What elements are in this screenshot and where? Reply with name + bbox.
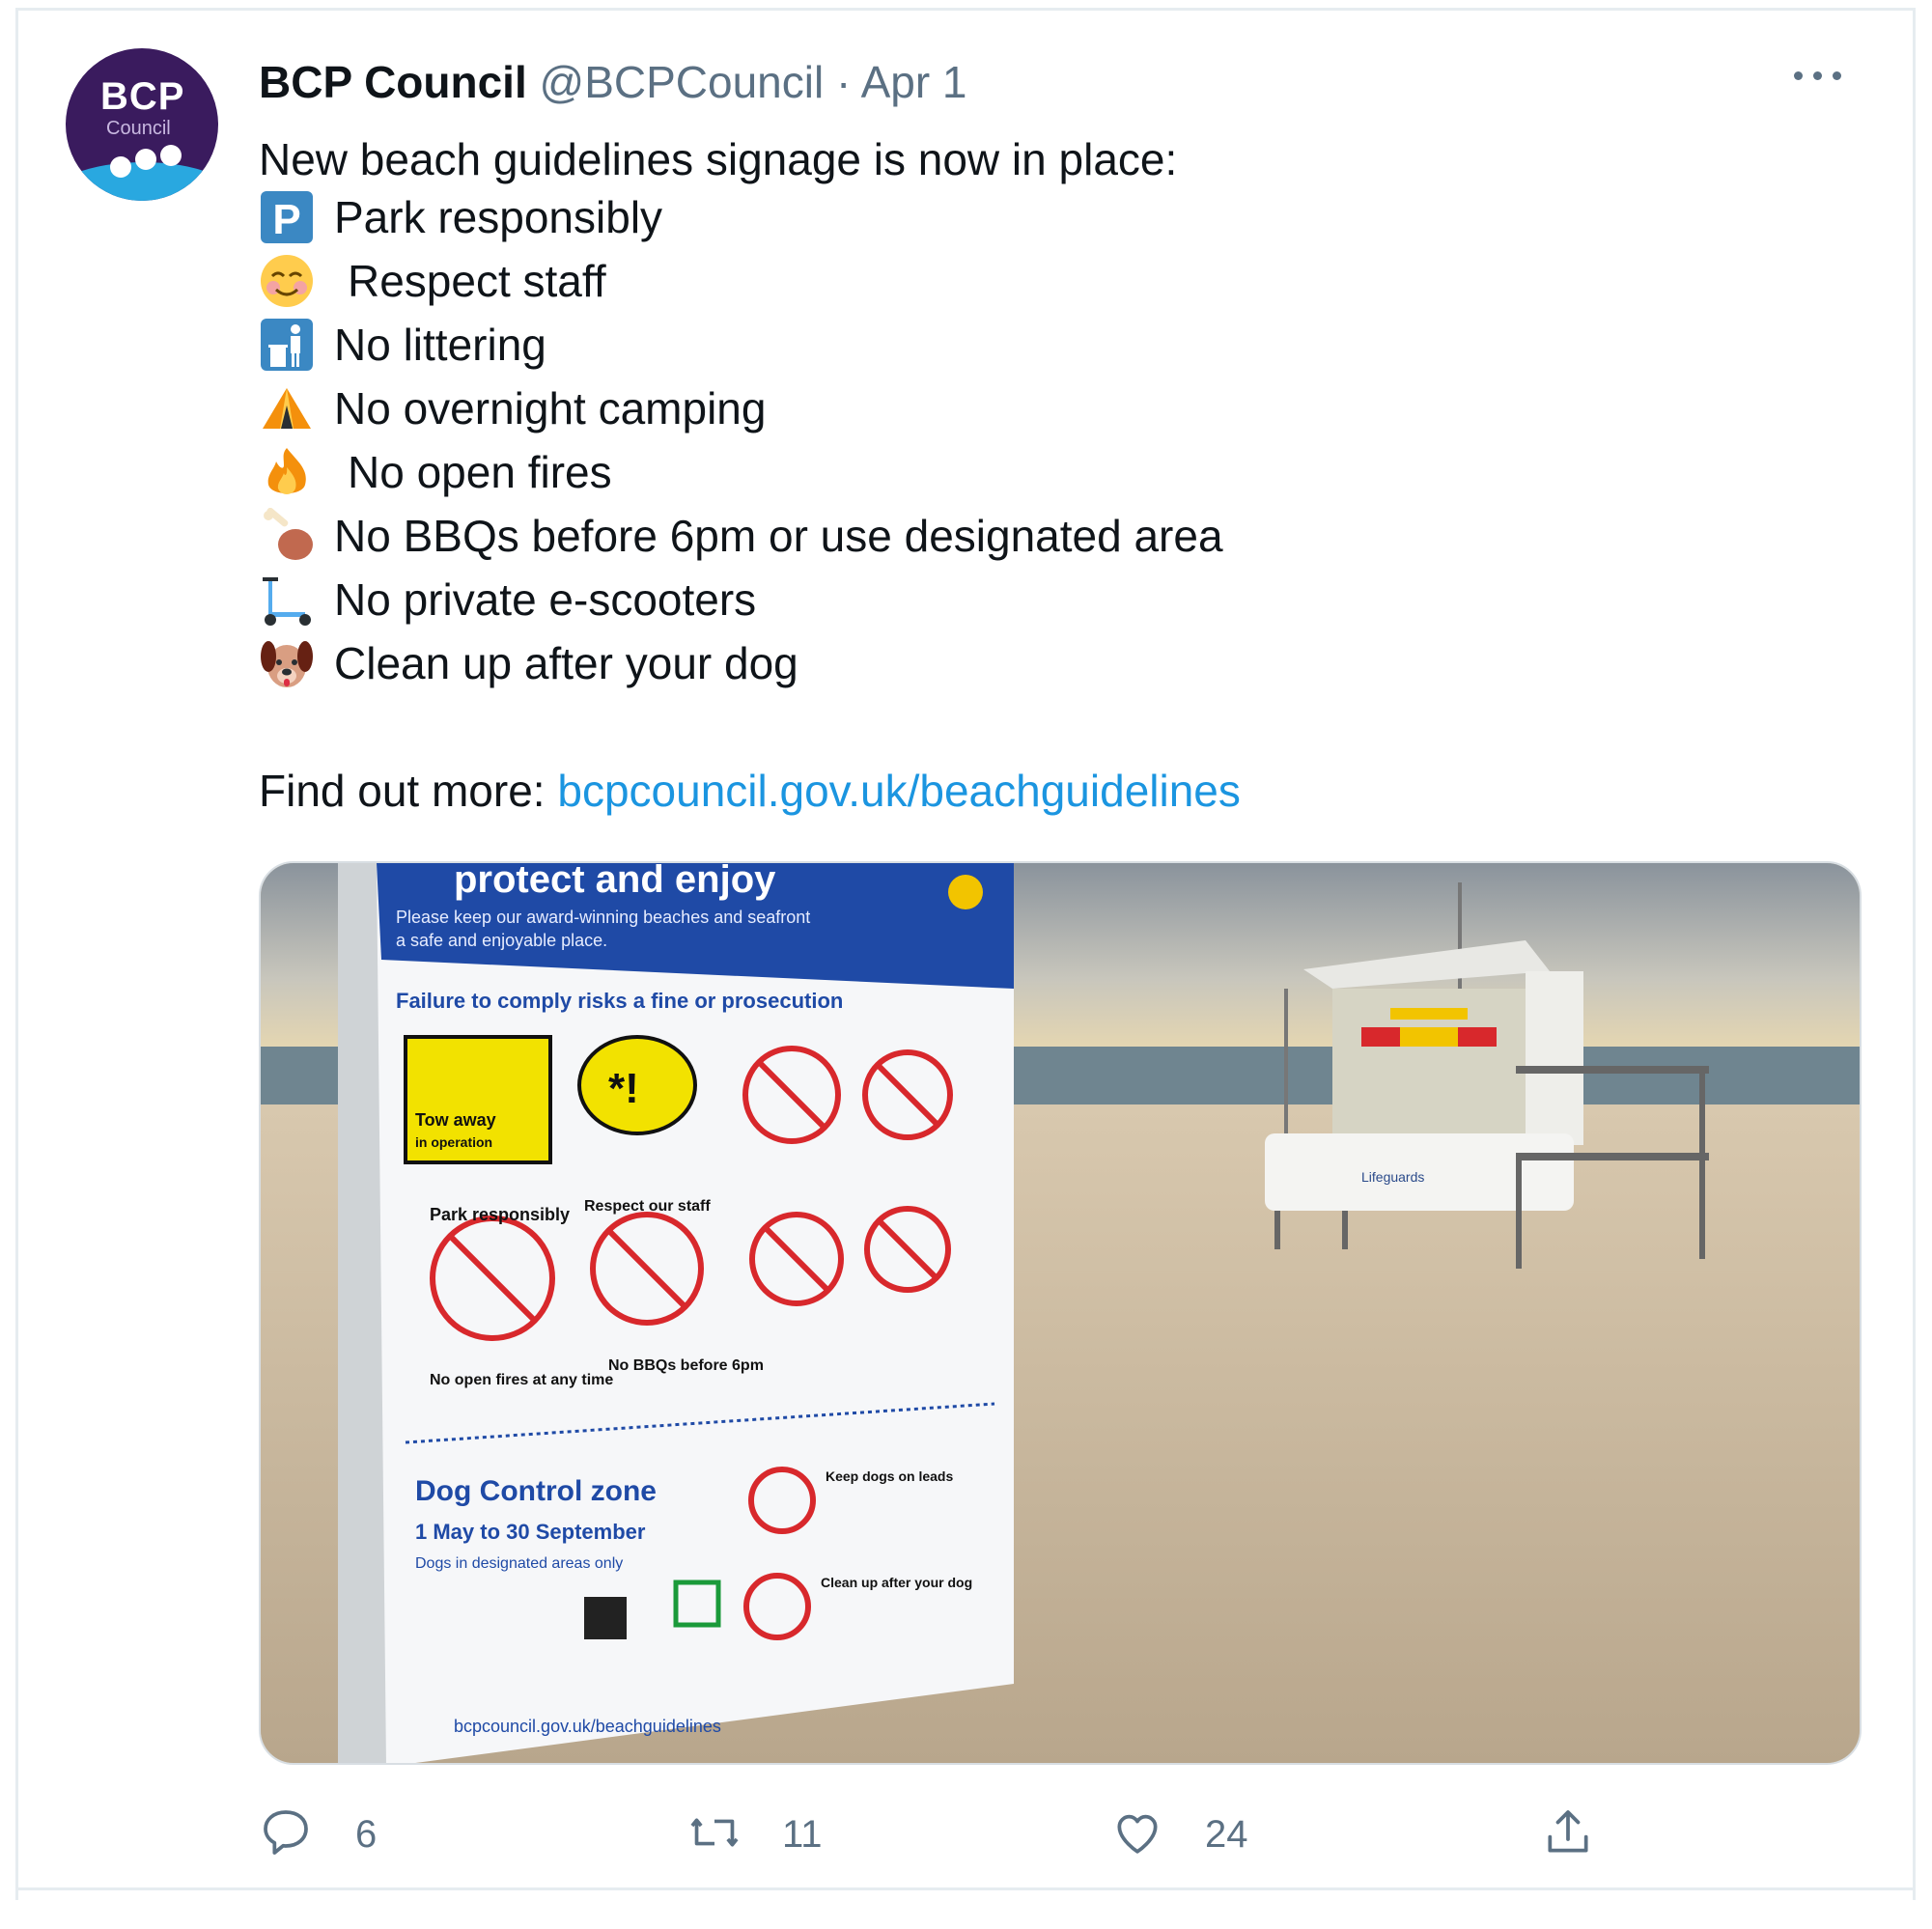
tow-sign-line2: in operation <box>415 1134 492 1150</box>
tow-sign-line1: Tow away <box>415 1110 496 1130</box>
sign-title: protect and enjoy <box>454 863 776 901</box>
like-count: 24 <box>1205 1813 1248 1856</box>
tweet-header: BCP Council @BCPCouncil · Apr 1 <box>259 56 967 108</box>
sign-header-line2: a safe and enjoyable place. <box>396 931 607 950</box>
item-respect-staff: Respect staff <box>348 256 606 306</box>
sign-label-bbqs: No BBQs before 6pm <box>608 1357 764 1374</box>
like-button[interactable]: 24 <box>1110 1805 1284 1863</box>
sun-icon <box>948 875 983 909</box>
beach-photo: Lifeguards protect and enjoy Please keep… <box>261 863 1860 1763</box>
separator: · <box>835 57 852 107</box>
item-no-fires: No open fires <box>348 447 612 497</box>
kick-scooter-icon <box>259 572 315 628</box>
guidelines-link[interactable]: bcpcouncil.gov.uk/beachguidelines <box>557 766 1241 816</box>
litter-bin-icon <box>259 317 315 373</box>
reply-button[interactable]: 6 <box>259 1805 413 1863</box>
avatar-dot <box>160 145 182 166</box>
tweet-date[interactable]: Apr 1 <box>861 57 967 107</box>
retweet-count: 11 <box>782 1813 823 1856</box>
sign-label-leads: Keep dogs on leads <box>826 1468 953 1484</box>
qr-code <box>584 1597 627 1639</box>
item-no-bbqs: No BBQs before 6pm or use designated are… <box>334 511 1223 561</box>
retweet-button[interactable]: 11 <box>686 1805 840 1863</box>
tweet-photo[interactable]: Lifeguards protect and enjoy Please keep… <box>259 861 1862 1765</box>
item-no-camping: No overnight camping <box>334 383 767 433</box>
find-out-more-label: Find out more: <box>259 766 546 816</box>
more-options-icon[interactable] <box>1792 68 1846 83</box>
dog-zone-dates: 1 May to 30 September <box>415 1520 646 1544</box>
parking-icon: P <box>259 189 315 245</box>
sign-label-fires: No open fires at any time <box>430 1372 613 1388</box>
fire-icon <box>259 444 315 500</box>
avatar-dot <box>110 156 131 178</box>
avatar-text-bcp: BCP <box>100 75 185 118</box>
sign-warning: Failure to comply risks a fine or prosec… <box>396 989 843 1013</box>
user-handle[interactable]: @BCPCouncil <box>540 57 825 107</box>
tweet-intro: New beach guidelines signage is now in p… <box>259 134 1178 184</box>
divider <box>15 1887 1916 1890</box>
dog-zone-title: Dog Control zone <box>415 1475 657 1507</box>
tent-icon <box>259 380 315 436</box>
sign-label-respect: Respect our staff <box>584 1198 711 1215</box>
dog-zone-note: Dogs in designated areas only <box>415 1555 623 1572</box>
svg-text:*!: *! <box>608 1065 639 1112</box>
sign-url: bcpcouncil.gov.uk/beachguidelines <box>454 1717 721 1736</box>
avatar[interactable]: BCP Council <box>66 48 218 201</box>
retweet-icon <box>690 1818 739 1847</box>
poultry-leg-icon <box>259 508 315 564</box>
reply-icon <box>264 1810 308 1855</box>
heart-icon <box>1117 1814 1158 1854</box>
sign-label-park: Park responsibly <box>430 1205 570 1224</box>
item-no-littering: No littering <box>334 320 546 370</box>
share-button[interactable] <box>1541 1805 1609 1863</box>
sign-label-clean: Clean up after your dog <box>821 1575 972 1590</box>
item-clean-dog: Clean up after your dog <box>334 638 798 688</box>
sign-header-line1: Please keep our award-winning beaches an… <box>396 908 810 927</box>
display-name[interactable]: BCP Council <box>259 57 527 107</box>
lifeguard-label: Lifeguards <box>1361 1169 1424 1185</box>
svg-text:P: P <box>272 196 300 243</box>
item-no-escooters: No private e-scooters <box>334 574 757 625</box>
smiling-face-icon <box>259 253 315 309</box>
avatar-text-council: Council <box>106 118 171 139</box>
item-park-responsibly: Park responsibly <box>334 192 663 242</box>
find-out-more: Find out more: bcpcouncil.gov.uk/beachgu… <box>259 759 1241 823</box>
dog-face-icon <box>259 635 315 691</box>
share-icon <box>1548 1810 1588 1853</box>
avatar-dot <box>135 149 156 170</box>
reply-count: 6 <box>355 1813 378 1856</box>
